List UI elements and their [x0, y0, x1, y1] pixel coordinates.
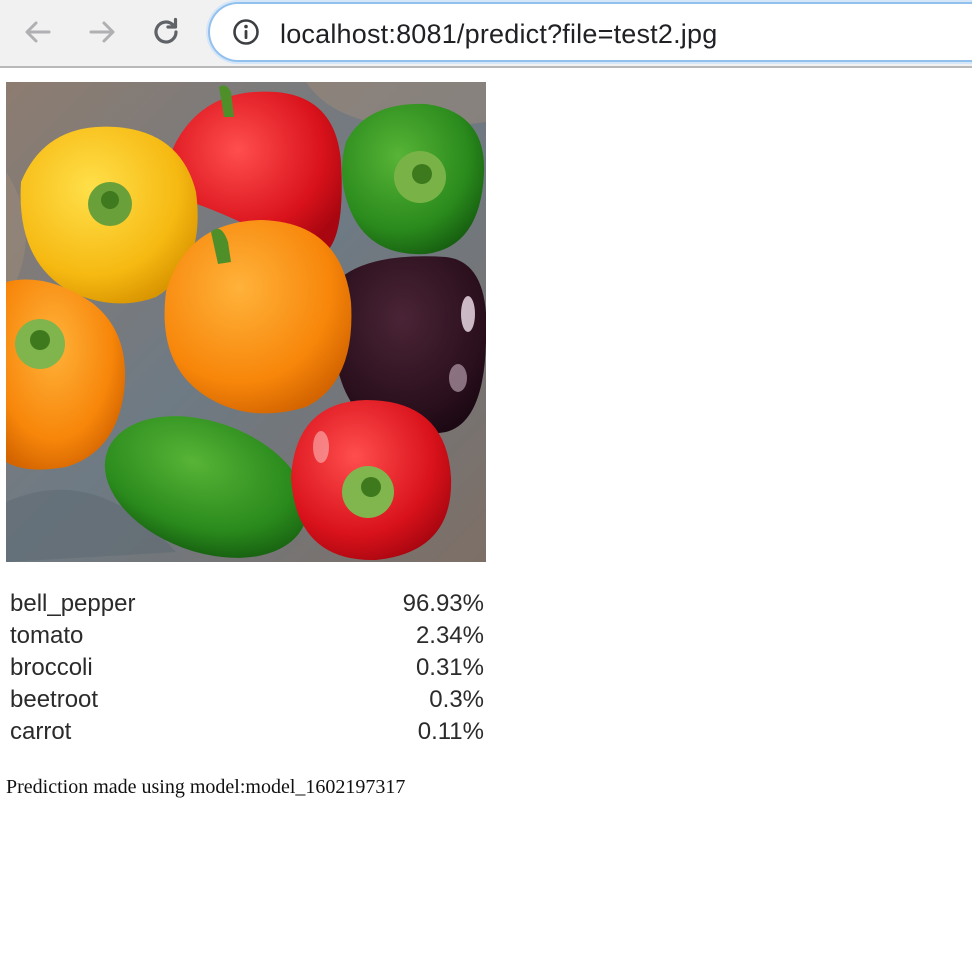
- browser-toolbar: localhost:8081/predict?file=test2.jpg: [0, 0, 972, 68]
- model-info-text: Prediction made using model:model_160219…: [6, 776, 406, 798]
- prediction-row: carrot 0.11%: [6, 716, 488, 748]
- prediction-confidence: 0.3%: [429, 686, 484, 713]
- prediction-row: tomato 2.34%: [6, 620, 488, 652]
- prediction-label: tomato: [10, 622, 84, 649]
- prediction-confidence: 0.31%: [415, 654, 484, 681]
- address-bar[interactable]: localhost:8081/predict?file=test2.jpg: [208, 2, 972, 62]
- arrow-right-icon: [89, 21, 115, 43]
- prediction-confidence: 0.11%: [417, 718, 484, 745]
- info-icon[interactable]: [232, 18, 260, 46]
- prediction-label: broccoli: [10, 654, 93, 681]
- prediction-confidence: 2.34%: [415, 622, 484, 649]
- prediction-label: bell_pepper: [10, 590, 136, 617]
- reload-button[interactable]: [148, 14, 184, 50]
- reload-icon: [154, 17, 178, 44]
- prediction-label: beetroot: [10, 686, 99, 713]
- prediction-confidence: 96.93%: [402, 590, 484, 617]
- peppers-photo: [6, 82, 486, 562]
- prediction-row: beetroot 0.3%: [6, 684, 488, 716]
- uploaded-image: [6, 82, 486, 562]
- prediction-row: bell_pepper 96.93%: [6, 588, 488, 620]
- page-content: bell_pepper 96.93% tomato 2.34% broccoli 0.31…: [0, 70, 972, 972]
- forward-button[interactable]: [84, 14, 120, 50]
- back-button[interactable]: [20, 14, 56, 50]
- prediction-row: broccoli 0.31%: [6, 652, 488, 684]
- prediction-table: bell_pepper 96.93% tomato 2.34% broccoli 0.31…: [6, 588, 488, 748]
- url-text[interactable]: localhost:8081/predict?file=test2.jpg: [280, 19, 717, 49]
- prediction-label: carrot: [10, 718, 72, 745]
- arrow-left-icon: [25, 21, 51, 43]
